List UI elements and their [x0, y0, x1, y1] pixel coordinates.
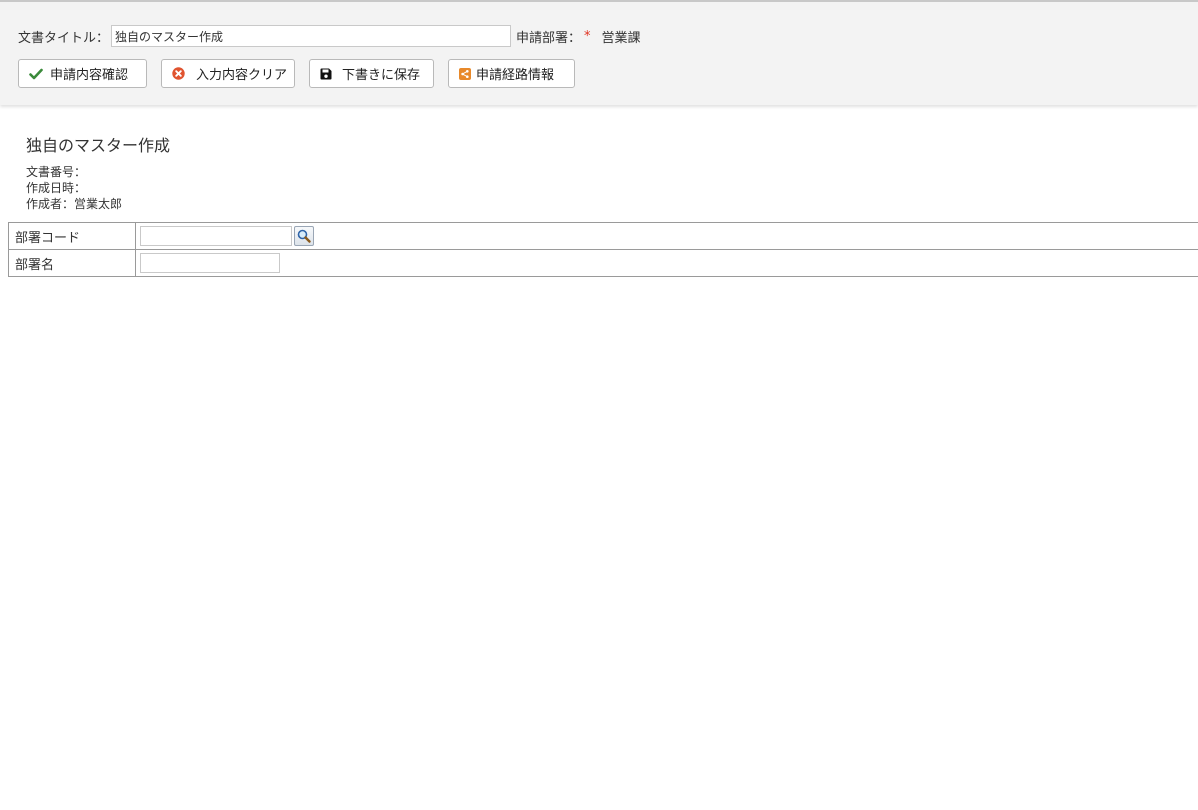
check-icon [29, 68, 43, 80]
magnifier-icon [297, 229, 311, 243]
document-number: 文書番号： [26, 164, 170, 180]
save-icon [320, 68, 332, 80]
confirm-button-label: 申請内容確認 [50, 68, 129, 83]
form-table: 部署コード 部署名 [8, 222, 1198, 277]
author-label: 作成者： [26, 197, 75, 211]
dept-label: 申請部署： [516, 30, 582, 46]
route-info-button-label: 申請経路情報 [476, 68, 555, 83]
clear-button[interactable]: 入力内容クリア [161, 59, 295, 88]
dept-name-input[interactable] [140, 253, 280, 273]
dept-value: 営業課 [601, 30, 641, 46]
document-number-label: 文書番号： [26, 165, 87, 179]
confirm-button[interactable]: 申請内容確認 [18, 59, 147, 88]
page-title: 独自のマスター作成 [26, 136, 171, 155]
action-buttons: 申請内容確認 入力内容クリア 下書きに保存 申請経路情報 [18, 59, 575, 88]
author: 作成者：営業太郎 [26, 196, 170, 212]
toolbar: 文書タイトル： 申請部署： * 営業課 申請内容確認 入力内容クリア 下書きに保… [0, 0, 1198, 105]
save-draft-button[interactable]: 下書きに保存 [309, 59, 434, 88]
dept-name-label: 部署名 [8, 249, 136, 277]
clear-button-label: 入力内容クリア [196, 68, 288, 83]
created-datetime: 作成日時： [26, 180, 170, 196]
document-header: 独自のマスター作成 文書番号： 作成日時： 作成者：営業太郎 [26, 132, 170, 212]
title-label: 文書タイトル： [18, 30, 110, 46]
dept-name-cell [135, 249, 1198, 277]
title-input[interactable] [111, 25, 512, 47]
save-draft-button-label: 下書きに保存 [342, 68, 421, 83]
dept-code-input[interactable] [140, 226, 292, 246]
share-icon [459, 67, 471, 80]
required-mark: * [584, 28, 591, 44]
dept-code-label: 部署コード [8, 222, 136, 250]
author-value: 営業太郎 [74, 197, 123, 211]
created-datetime-label: 作成日時： [26, 181, 87, 195]
dept-code-cell [135, 222, 1198, 250]
route-info-button[interactable]: 申請経路情報 [448, 59, 575, 88]
table-row: 部署コード [8, 222, 1198, 250]
search-button[interactable] [294, 226, 314, 246]
table-row: 部署名 [8, 249, 1198, 277]
clear-circle-icon [172, 67, 185, 80]
title-row: 文書タイトル： 申請部署： * 営業課 [18, 24, 641, 48]
